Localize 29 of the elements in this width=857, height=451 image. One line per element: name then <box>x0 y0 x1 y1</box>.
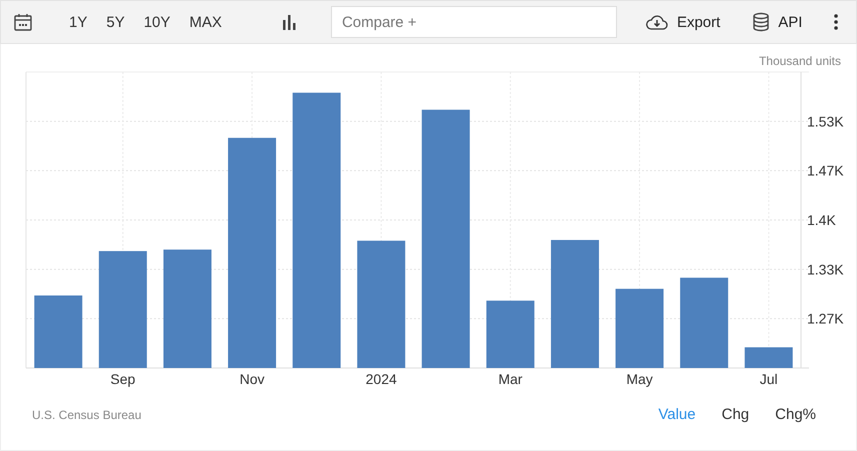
unit-label: Thousand units <box>758 54 841 68</box>
mode-tab[interactable]: Chg% <box>775 406 816 423</box>
range-button[interactable]: 10Y <box>144 14 170 30</box>
axis-label: May <box>626 371 653 387</box>
calendar-icon[interactable] <box>13 12 33 32</box>
axis-label: 1.27K <box>807 310 844 327</box>
axis-label: Sep <box>110 371 136 387</box>
source-label: U.S. Census Bureau <box>32 408 142 422</box>
range-button[interactable]: 5Y <box>106 14 125 30</box>
range-button[interactable]: 1Y <box>69 14 88 30</box>
axis-label: 2024 <box>366 371 397 387</box>
bar-chart-icon[interactable] <box>280 14 297 30</box>
cloud-download-icon <box>644 13 669 31</box>
more-icon[interactable] <box>834 14 838 30</box>
bar <box>744 347 793 368</box>
compare-field[interactable]: Compare + <box>330 6 617 38</box>
mode-tab[interactable]: Chg <box>722 406 750 423</box>
axis-label: 1.4K <box>807 212 836 228</box>
axis-label: 1.33K <box>807 261 844 278</box>
database-icon <box>752 12 770 32</box>
bar <box>486 300 534 368</box>
api-button[interactable]: API <box>752 12 802 32</box>
axis-label: 1.47K <box>807 162 844 179</box>
axis-label: Mar <box>498 371 522 387</box>
axis-label: 1.53K <box>807 113 844 130</box>
axis-label: Jul <box>760 371 778 387</box>
export-button[interactable]: Export <box>644 13 720 31</box>
range-button[interactable]: MAX <box>189 14 222 30</box>
axis-label: Nov <box>240 371 264 387</box>
